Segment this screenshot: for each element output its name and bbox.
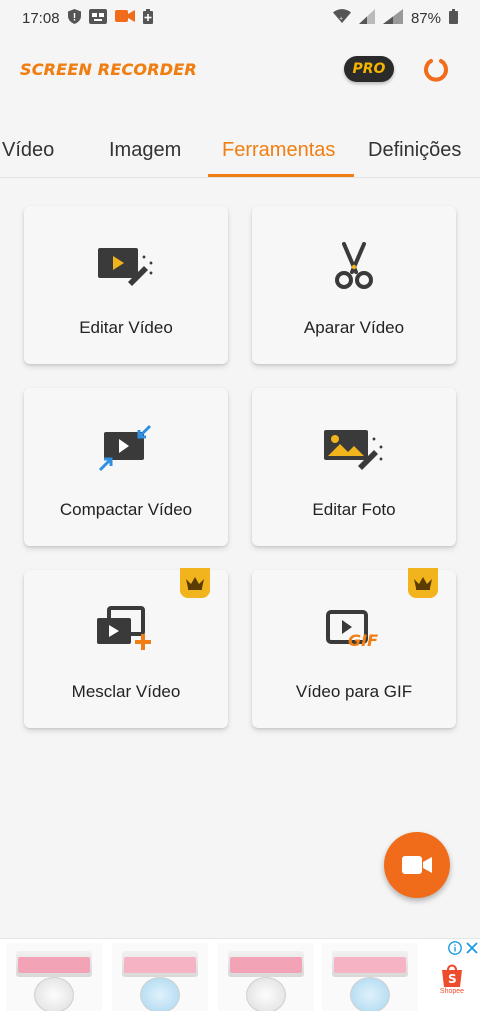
tab-image[interactable]: Imagem bbox=[109, 124, 181, 176]
power-button[interactable] bbox=[418, 51, 454, 87]
header-actions: PRO bbox=[344, 51, 454, 87]
video-to-gif-icon: GIF bbox=[326, 610, 378, 650]
tab-tools[interactable]: Ferramentas bbox=[222, 124, 335, 176]
video-camera-icon bbox=[402, 856, 432, 874]
tool-label: Vídeo para GIF bbox=[295, 682, 413, 701]
premium-crown-icon bbox=[180, 568, 210, 598]
tool-label: Compactar Vídeo bbox=[59, 500, 193, 519]
shield-icon bbox=[67, 8, 81, 28]
tool-card-trim-video[interactable]: Aparar Vídeo bbox=[252, 206, 456, 364]
battery-percent: 87% bbox=[410, 9, 441, 27]
ad-product-image[interactable] bbox=[218, 943, 314, 1011]
tool-label: Aparar Vídeo bbox=[303, 318, 405, 337]
video-compress-icon bbox=[98, 424, 152, 472]
battery-icon bbox=[449, 8, 458, 28]
tab-video[interactable]: Vídeo bbox=[2, 124, 54, 176]
tab-bar: Vídeo Imagem Ferramentas Definições bbox=[0, 124, 480, 178]
scissors-icon bbox=[335, 242, 373, 289]
svg-text:+: + bbox=[339, 16, 343, 22]
premium-crown-icon bbox=[408, 568, 438, 598]
battery-saver-icon bbox=[142, 8, 153, 28]
status-time: 17:08 bbox=[22, 9, 60, 27]
ad-controls bbox=[448, 941, 478, 955]
tool-card-edit-photo[interactable]: Editar Foto bbox=[252, 388, 456, 546]
ad-close-icon[interactable] bbox=[466, 942, 478, 954]
ad-info-icon[interactable] bbox=[448, 941, 462, 955]
app-root: 17:08 + 87% SCREEN RECORDER PRO Vídeo Im… bbox=[0, 0, 480, 1014]
tool-card-merge-video[interactable]: Mesclar Vídeo bbox=[24, 568, 228, 728]
tool-label: Editar Vídeo bbox=[79, 318, 173, 337]
status-bar: 17:08 + 87% bbox=[0, 0, 480, 36]
tool-label: Editar Foto bbox=[312, 500, 396, 519]
app-title: SCREEN RECORDER bbox=[20, 59, 197, 79]
tool-label: Mesclar Vídeo bbox=[71, 682, 181, 701]
shopping-bag-icon: S bbox=[442, 964, 462, 987]
signal-icon bbox=[382, 8, 403, 28]
pro-label: PRO bbox=[352, 61, 386, 77]
status-right: + 87% bbox=[332, 8, 458, 28]
signal-icon bbox=[358, 8, 375, 28]
tool-card-compress-video[interactable]: Compactar Vídeo bbox=[24, 388, 228, 546]
pro-button[interactable]: PRO bbox=[344, 56, 394, 82]
ad-product-image[interactable] bbox=[322, 943, 418, 1011]
tab-settings[interactable]: Definições bbox=[368, 124, 461, 176]
wifi-icon: + bbox=[332, 9, 351, 27]
gif-text: GIF bbox=[348, 631, 378, 650]
shop-label: Shopee bbox=[439, 988, 465, 995]
tab-active-indicator bbox=[208, 174, 354, 177]
svg-text:S: S bbox=[448, 972, 457, 986]
ad-product-image[interactable] bbox=[6, 943, 102, 1011]
video-edit-icon bbox=[98, 248, 153, 286]
ad-product-image[interactable] bbox=[112, 943, 208, 1011]
video-merge-icon bbox=[97, 606, 151, 650]
shopee-logo[interactable]: S Shopee bbox=[438, 963, 466, 995]
ad-banner[interactable]: S Shopee bbox=[0, 938, 480, 1014]
power-icon bbox=[424, 59, 448, 82]
camera-record-icon bbox=[114, 9, 135, 27]
app-header: SCREEN RECORDER PRO bbox=[0, 40, 480, 98]
sim-icon bbox=[88, 8, 107, 28]
photo-edit-icon bbox=[324, 430, 383, 470]
status-left: 17:08 bbox=[22, 8, 153, 28]
tool-card-video-to-gif[interactable]: GIF Vídeo para GIF bbox=[252, 568, 456, 728]
tool-card-edit-video[interactable]: Editar Vídeo bbox=[24, 206, 228, 364]
record-fab-button[interactable] bbox=[384, 832, 450, 898]
